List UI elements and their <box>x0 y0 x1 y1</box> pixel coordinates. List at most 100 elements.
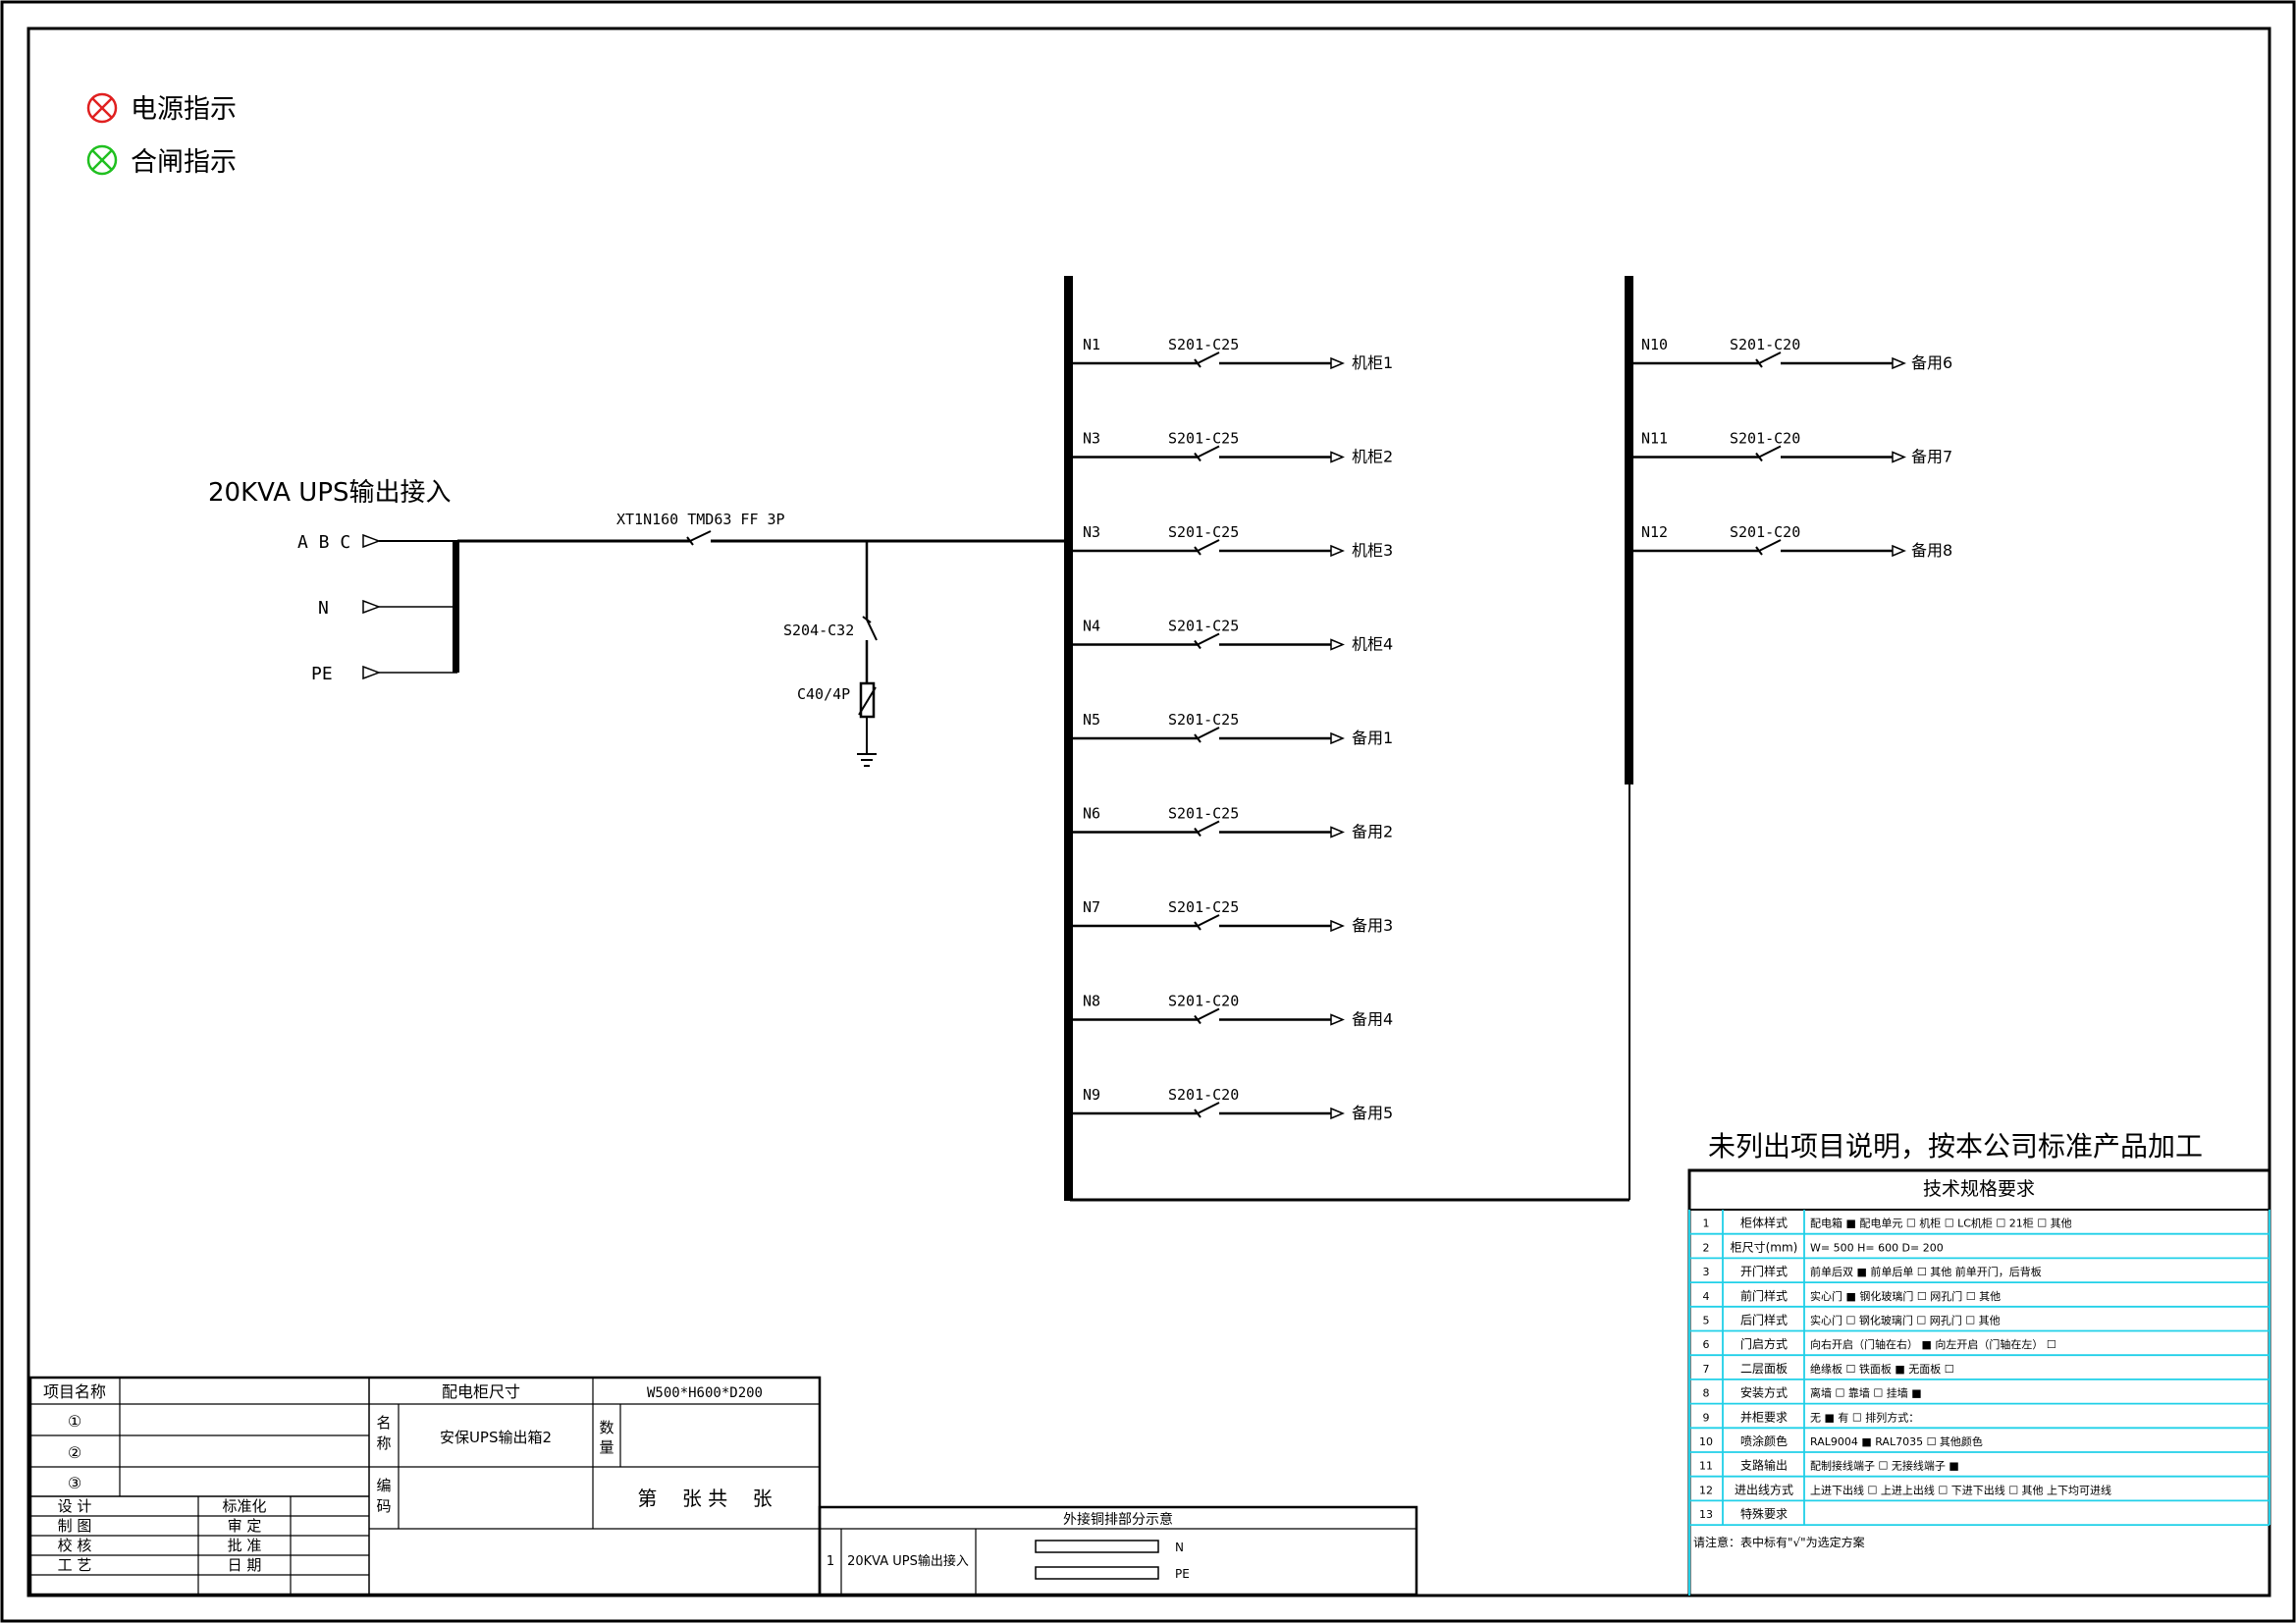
breaker-symbol <box>1194 1102 1220 1118</box>
breaker-label: S201-C25 <box>1168 618 1239 635</box>
left-circuit: N4 S201-C25 机柜4 <box>1073 618 1393 654</box>
spec-row-no: 7 <box>1703 1363 1710 1376</box>
role-label: 批 准 <box>228 1537 262 1554</box>
phase-label-abc: A B C <box>297 532 350 553</box>
load-label: 机柜2 <box>1352 448 1393 466</box>
left-circuit: N3 S201-C25 机柜2 <box>1073 430 1393 466</box>
spec-row: 5 后门样式 实心门 ☐ 钢化玻璃门 ☐ 网孔门 ☐ 其他 <box>1703 1313 2001 1327</box>
closing-indicator-icon <box>86 144 118 176</box>
spec-row-label: 二层面板 <box>1740 1362 1788 1376</box>
spec-row-label: 门启方式 <box>1740 1336 1788 1351</box>
legend: 电源指示 合闸指示 <box>86 92 237 178</box>
load-label: 机柜4 <box>1352 635 1393 654</box>
busbar-n-label: N <box>1175 1541 1184 1554</box>
breaker-symbol <box>1755 539 1782 556</box>
spec-row: 11 支路输出 配制接线端子 ☐ 无接线端子 ■ <box>1699 1458 1959 1473</box>
spec-row: 3 开门样式 前单后双 ■ 前单后单 ☐ 其他 前单开门，后背板 <box>1703 1264 2042 1278</box>
left-circuit: N5 S201-C25 备用1 <box>1073 711 1393 747</box>
spec-row-label: 开门样式 <box>1740 1264 1788 1278</box>
terminal-arrow-icon <box>1330 1107 1345 1120</box>
terminal-arrow-icon <box>1330 356 1345 370</box>
role-label: 设 计 <box>58 1497 92 1515</box>
spec-rows: 1 柜体样式 配电箱 ■ 配电单元 ☐ 机柜 ☐ LC机柜 ☐ 21柜 ☐ 其他 2 柜… <box>1699 1216 2111 1521</box>
terminal-arrow-icon <box>362 665 382 680</box>
spec-row-content: 无 ■ 有 ☐ 排列方式： <box>1810 1410 1919 1424</box>
load-label: 机柜1 <box>1352 353 1393 372</box>
left-branch-circuits: N1 S201-C25机柜1N3 S201-C25机柜2N3 S201-C25机柜3N… <box>1073 336 1393 1122</box>
power-indicator-icon <box>86 92 118 124</box>
item-1: ① <box>68 1412 81 1431</box>
circuit-id: N9 <box>1083 1086 1100 1104</box>
main-breaker-symbol <box>686 530 712 546</box>
circuit-id: N6 <box>1083 805 1100 823</box>
load-label: 备用2 <box>1352 823 1393 841</box>
left-circuit: N3 S201-C25 机柜3 <box>1073 523 1393 560</box>
spec-row: 8 安装方式 离墙 ☐ 靠墙 ☐ 挂墙 ■ <box>1703 1385 1922 1400</box>
load-label: 备用4 <box>1352 1010 1393 1029</box>
closing-indicator-label: 合闸指示 <box>131 147 237 178</box>
role-label: 制 图 <box>58 1517 92 1535</box>
left-busbar <box>1064 276 1073 1201</box>
spec-row-label: 进出线方式 <box>1735 1482 1793 1496</box>
terminal-arrow-icon <box>1330 638 1345 651</box>
right-busbar <box>1625 276 1633 784</box>
spd-breaker-label: S204-C32 <box>783 622 854 639</box>
surge-protector-icon <box>858 681 877 719</box>
circuit-id: N5 <box>1083 711 1100 729</box>
role-label: 审 定 <box>228 1517 262 1535</box>
breaker-label: S201-C25 <box>1168 711 1239 729</box>
spec-row: 13 特殊要求 <box>1699 1506 1788 1521</box>
breaker-label: S201-C20 <box>1730 336 1800 353</box>
cabinet-size-label: 配电柜尺寸 <box>442 1382 520 1401</box>
code-label-2: 码 <box>376 1497 391 1515</box>
breaker-symbol <box>1194 914 1220 931</box>
spec-row-label: 喷涂颜色 <box>1740 1434 1788 1448</box>
role-label: 日 期 <box>228 1556 262 1574</box>
spec-row-no: 11 <box>1699 1460 1713 1473</box>
breaker-label: S201-C20 <box>1168 993 1239 1010</box>
spec-row: 1 柜体样式 配电箱 ■ 配电单元 ☐ 机柜 ☐ LC机柜 ☐ 21柜 ☐ 其他 <box>1703 1216 2072 1230</box>
input-title: 20KVA UPS输出接入 <box>208 478 452 508</box>
load-label: 备用5 <box>1352 1104 1393 1122</box>
breaker-symbol <box>1194 820 1220 838</box>
busbar-row-no: 1 <box>827 1554 834 1569</box>
breaker-symbol <box>1194 445 1220 462</box>
spec-row-no: 6 <box>1703 1338 1710 1351</box>
spec-row: 6 门启方式 向右开启（门轴在右） ■ 向左开启（门轴在左） ☐ <box>1703 1336 2056 1351</box>
spec-row-no: 2 <box>1703 1241 1710 1254</box>
breaker-label: S201-C25 <box>1168 898 1239 916</box>
spec-row-content: 配制接线端子 ☐ 无接线端子 ■ <box>1810 1459 1959 1473</box>
item-3: ③ <box>68 1474 81 1492</box>
title-block: 项目名称 ① ② ③ 配电柜尺寸 W500*H600*D200 名 称 安保UP… <box>28 1376 822 1596</box>
busbar-pe-icon <box>1035 1566 1159 1580</box>
inner-border <box>27 27 2271 1597</box>
breaker-label: S201-C20 <box>1168 1086 1239 1104</box>
spec-row-content: RAL9004 ■ RAL7035 ☐ 其他颜色 <box>1810 1434 1983 1448</box>
spec-row-no: 12 <box>1699 1484 1713 1496</box>
terminal-arrow-icon <box>1330 544 1345 558</box>
phase-label-pe: PE <box>311 664 333 684</box>
qty-label-2: 量 <box>599 1438 614 1456</box>
circuit-id: N3 <box>1083 523 1100 541</box>
spec-row-content: 绝缘板 ☐ 铁面板 ■ 无面板 ☐ <box>1810 1362 1954 1376</box>
qty-label-1: 数 <box>599 1419 614 1436</box>
spec-row-label: 前门样式 <box>1740 1288 1788 1303</box>
spec-note: 请注意：表中标有"√"为选定方案 <box>1693 1535 1865 1549</box>
spec-row-label: 支路输出 <box>1740 1458 1788 1473</box>
load-label: 备用8 <box>1911 541 1952 560</box>
terminal-arrow-icon <box>1330 919 1345 933</box>
spec-row-content: 上进下出线 ☐ 上进上出线 ☐ 下进下出线 ☐ 其他 上下均可进线 <box>1810 1483 2111 1496</box>
spec-row-content: 离墙 ☐ 靠墙 ☐ 挂墙 ■ <box>1810 1386 1922 1400</box>
spec-row-no: 1 <box>1703 1217 1710 1230</box>
spec-row-no: 10 <box>1699 1435 1713 1448</box>
cabinet-size-value: W500*H600*D200 <box>647 1385 763 1401</box>
spec-title: 技术规格要求 <box>1923 1178 2035 1200</box>
busbar-n-icon <box>1035 1540 1159 1553</box>
spec-row: 9 并柜要求 无 ■ 有 ☐ 排列方式： <box>1703 1410 1920 1424</box>
spec-row-label: 柜尺寸(mm) <box>1731 1240 1798 1254</box>
role-label: 标准化 <box>222 1497 266 1515</box>
spec-table: 技术规格要求 1 柜体样式 配电箱 ■ 配电单元 ☐ 机柜 ☐ LC机柜 ☐ 21柜… <box>1687 1168 2271 1597</box>
role-label: 校 核 <box>58 1537 92 1554</box>
terminal-arrow-icon <box>1330 451 1345 463</box>
right-circuit: N10 S201-C20 备用6 <box>1633 336 1952 372</box>
